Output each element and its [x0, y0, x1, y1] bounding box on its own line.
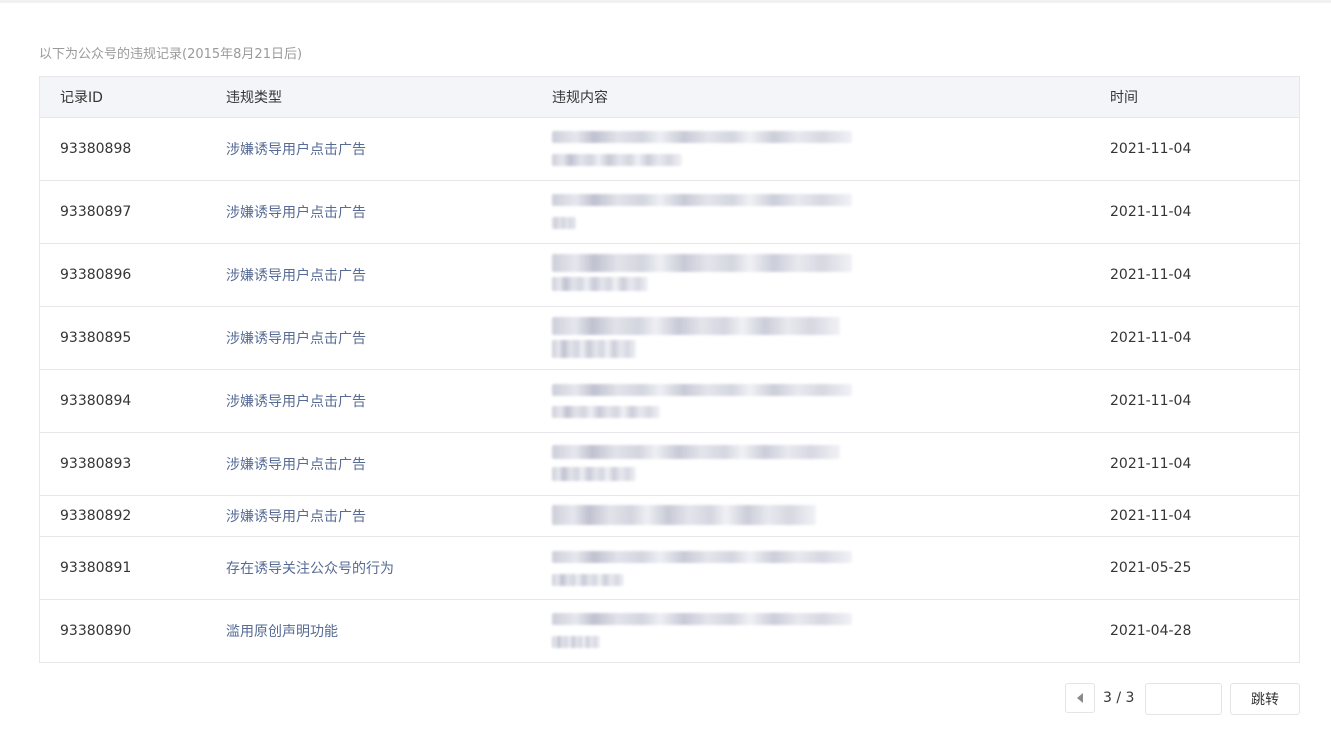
header-violation-content: 违规内容 [552, 90, 608, 106]
jump-button[interactable]: 跳转 [1230, 683, 1300, 715]
prev-page-button[interactable] [1065, 683, 1095, 713]
record-id: 93380897 [60, 204, 132, 220]
table-row: 93380898 涉嫌诱导用户点击广告 2021-11-04 [40, 118, 1299, 181]
table-row: 93380897 涉嫌诱导用户点击广告 2021-11-04 [40, 181, 1299, 244]
page-indicator: 3 / 3 [1103, 690, 1135, 706]
table-row: 93380892 涉嫌诱导用户点击广告 2021-11-04 [40, 496, 1299, 537]
record-id: 93380891 [60, 560, 132, 576]
table-row: 93380893 涉嫌诱导用户点击广告 2021-11-04 [40, 433, 1299, 496]
record-id: 93380890 [60, 623, 132, 639]
header-time: 时间 [1110, 90, 1138, 106]
jump-page-input[interactable] [1145, 683, 1222, 715]
table-row: 93380894 涉嫌诱导用户点击广告 2021-11-04 [40, 370, 1299, 433]
blurred-content [552, 537, 852, 599]
record-id: 93380896 [60, 267, 132, 283]
blurred-content [552, 433, 852, 495]
record-id: 93380898 [60, 141, 132, 157]
record-time: 2021-11-04 [1110, 267, 1192, 283]
records-caption: 以下为公众号的违规记录(2015年8月21日后) [39, 47, 303, 62]
blurred-content [552, 370, 852, 432]
record-time: 2021-04-28 [1110, 623, 1192, 639]
record-time: 2021-11-04 [1110, 508, 1192, 524]
violation-type: 涉嫌诱导用户点击广告 [226, 268, 366, 284]
record-time: 2021-11-04 [1110, 204, 1192, 220]
table-header: 记录ID 违规类型 违规内容 时间 [40, 77, 1299, 118]
blurred-content [552, 244, 852, 306]
record-time: 2021-11-04 [1110, 393, 1192, 409]
violation-type: 涉嫌诱导用户点击广告 [226, 205, 366, 221]
triangle-left-icon [1076, 693, 1083, 703]
top-divider [0, 0, 1331, 3]
violation-records-page: 以下为公众号的违规记录(2015年8月21日后) 记录ID 违规类型 违规内容 … [0, 0, 1331, 749]
header-violation-type: 违规类型 [226, 90, 282, 106]
violation-type: 涉嫌诱导用户点击广告 [226, 394, 366, 410]
table-row: 93380895 涉嫌诱导用户点击广告 2021-11-04 [40, 307, 1299, 370]
record-id: 93380893 [60, 456, 132, 472]
table-row: 93380896 涉嫌诱导用户点击广告 2021-11-04 [40, 244, 1299, 307]
blurred-content [552, 496, 852, 536]
violation-type: 涉嫌诱导用户点击广告 [226, 509, 366, 525]
violation-type: 存在诱导关注公众号的行为 [226, 561, 394, 577]
violation-type: 涉嫌诱导用户点击广告 [226, 142, 366, 158]
violation-type: 涉嫌诱导用户点击广告 [226, 457, 366, 473]
violation-table: 记录ID 违规类型 违规内容 时间 93380898 涉嫌诱导用户点击广告 20… [39, 76, 1300, 663]
record-time: 2021-05-25 [1110, 560, 1192, 576]
violation-type: 滥用原创声明功能 [226, 624, 338, 640]
record-id: 93380892 [60, 508, 132, 524]
record-id: 93380894 [60, 393, 132, 409]
blurred-content [552, 181, 852, 243]
record-id: 93380895 [60, 330, 132, 346]
blurred-content [552, 118, 852, 180]
record-time: 2021-11-04 [1110, 456, 1192, 472]
table-row: 93380890 滥用原创声明功能 2021-04-28 [40, 600, 1299, 662]
table-row: 93380891 存在诱导关注公众号的行为 2021-05-25 [40, 537, 1299, 600]
header-record-id: 记录ID [60, 90, 103, 106]
blurred-content [552, 307, 852, 369]
record-time: 2021-11-04 [1110, 141, 1192, 157]
violation-type: 涉嫌诱导用户点击广告 [226, 331, 366, 347]
record-time: 2021-11-04 [1110, 330, 1192, 346]
blurred-content [552, 600, 852, 662]
